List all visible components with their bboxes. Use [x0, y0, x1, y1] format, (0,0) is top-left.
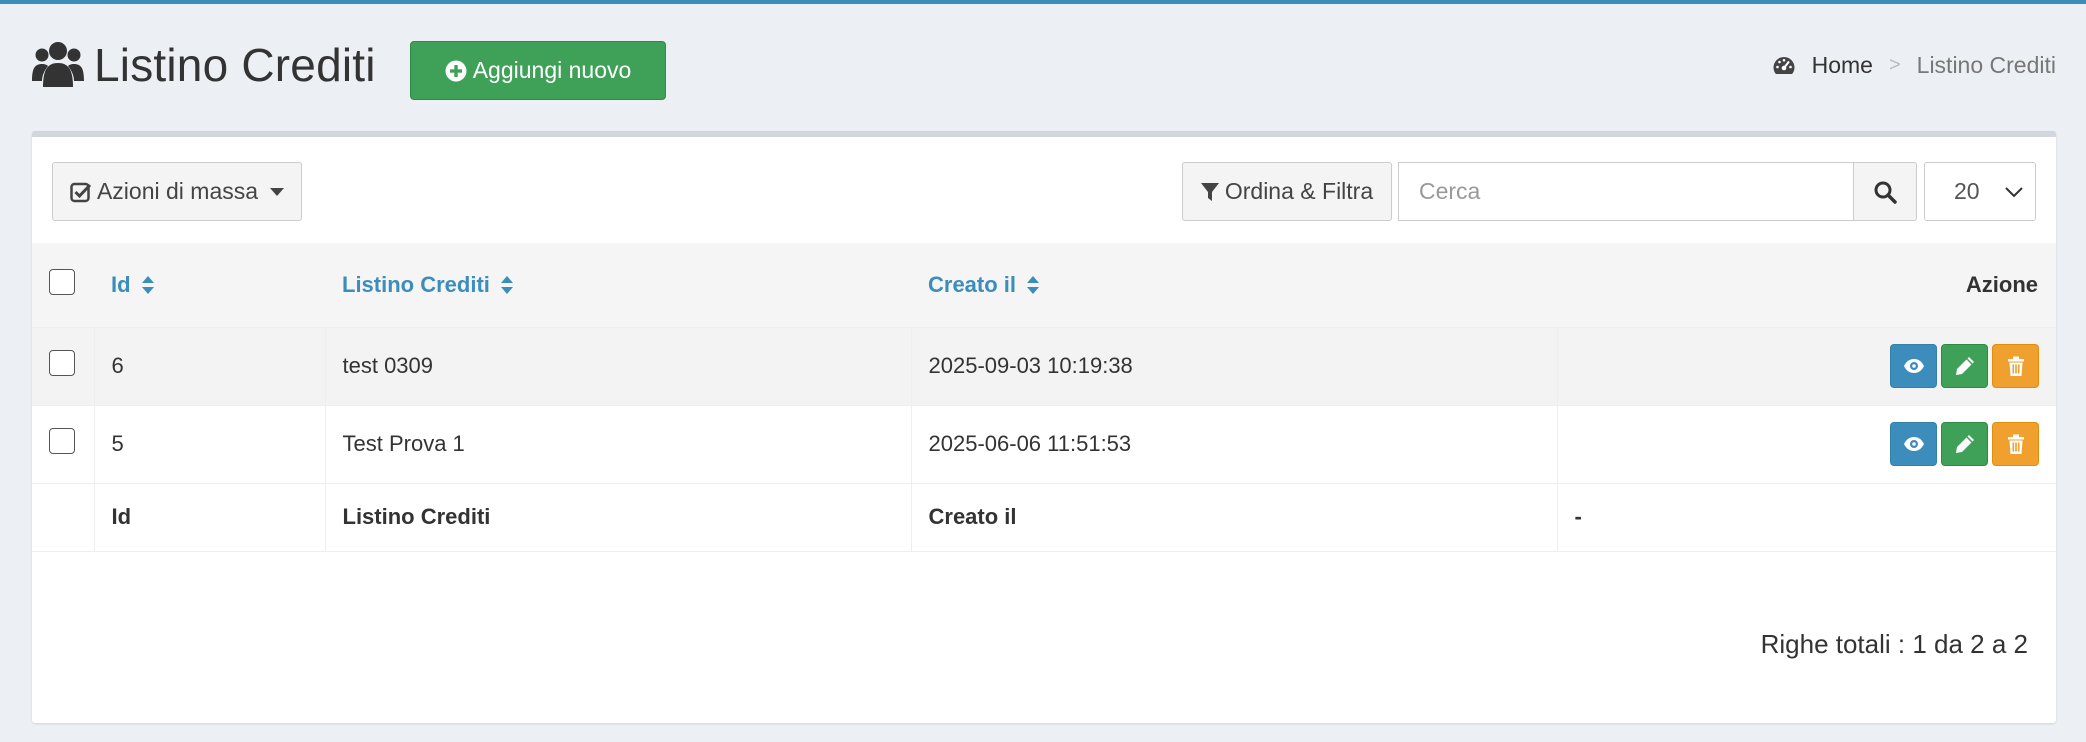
- column-header-azione: Azione: [1965, 271, 2038, 297]
- view-button[interactable]: [1890, 344, 1937, 388]
- pencil-icon: [1955, 357, 1974, 375]
- pencil-icon: [1955, 435, 1974, 453]
- row-actions: [1575, 422, 2057, 466]
- column-header-listino-label: Listino Crediti: [342, 271, 490, 297]
- page-title-text: Listino Crediti: [94, 39, 376, 91]
- total-rows-label: Righe totali : 1 da 2 a 2: [1760, 629, 2028, 659]
- row-actions: [1575, 344, 2057, 388]
- row-checkbox[interactable]: [49, 350, 75, 376]
- search-button[interactable]: [1853, 162, 1917, 221]
- column-header-id-label: Id: [111, 271, 131, 297]
- chevron-down-icon: [2005, 186, 2023, 197]
- filter-icon: [1200, 182, 1219, 201]
- breadcrumb-current: Listino Crediti: [1916, 52, 2056, 78]
- footer-cell-creato: Creato il: [911, 482, 1558, 552]
- breadcrumb-home-link[interactable]: Home: [1812, 52, 1873, 79]
- cell-id: 5: [94, 404, 326, 483]
- plus-circle-icon: [445, 60, 467, 81]
- users-icon: [32, 42, 84, 87]
- select-all-cell: [32, 243, 94, 327]
- bulk-actions-label: Azioni di massa: [96, 178, 259, 204]
- cell-actions: [1557, 326, 2057, 405]
- table-header-row: Id Listino Crediti Creato il Azione: [32, 243, 2056, 327]
- breadcrumb-separator: >: [1888, 54, 1901, 76]
- add-new-button[interactable]: Aggiungi nuovo: [410, 41, 666, 100]
- column-header-id[interactable]: Id: [94, 243, 325, 327]
- edit-button[interactable]: [1941, 422, 1988, 466]
- edit-button[interactable]: [1941, 344, 1988, 388]
- trash-icon: [2007, 356, 2024, 376]
- table-footer-row: Id Listino Crediti Creato il -: [32, 482, 2056, 552]
- select-all-checkbox[interactable]: [49, 268, 75, 295]
- cell-actions: [1557, 404, 2057, 483]
- search-icon: [1874, 181, 1897, 204]
- cell-id: 6: [94, 326, 326, 405]
- delete-button[interactable]: [1992, 344, 2039, 388]
- footer-cell-listino: Listino Crediti: [325, 482, 912, 552]
- bulk-actions-button[interactable]: Azioni di massa: [52, 162, 302, 221]
- sort-icon: [500, 275, 513, 294]
- footer-cell-azione: -: [1557, 482, 2056, 552]
- row-checkbox-cell: [32, 326, 95, 405]
- row-checkbox[interactable]: [49, 428, 75, 454]
- eye-icon: [1903, 437, 1924, 451]
- trash-icon: [2007, 434, 2024, 454]
- column-header-creato[interactable]: Creato il: [911, 243, 1557, 327]
- data-table: Id Listino Crediti Creato il Azione 6 te…: [32, 243, 2056, 552]
- eye-icon: [1903, 359, 1924, 373]
- main-panel: Azioni di massa Ordina & Filtra 20: [32, 131, 2056, 723]
- delete-button[interactable]: [1992, 422, 2039, 466]
- column-header-creato-label: Creato il: [928, 271, 1017, 297]
- check-square-icon: [70, 182, 92, 202]
- breadcrumb: Home > Listino Crediti: [1772, 52, 2056, 79]
- cell-listino: test 0309: [325, 326, 912, 405]
- footer-cell-empty: [32, 482, 95, 552]
- cell-creato: 2025-06-06 11:51:53: [911, 404, 1558, 483]
- add-new-button-label: Aggiungi nuovo: [472, 57, 632, 83]
- caret-down-icon: [270, 187, 285, 196]
- content-header: Listino Crediti Aggiungi nuovo Home > Li…: [32, 34, 2056, 104]
- table-row: 5 Test Prova 1 2025-06-06 11:51:53: [32, 404, 2057, 483]
- footer-cell-id: Id: [94, 482, 326, 552]
- sort-filter-label: Ordina & Filtra: [1224, 178, 1374, 204]
- dashboard-icon: [1773, 56, 1795, 74]
- sort-icon: [141, 275, 154, 294]
- cell-creato: 2025-09-03 10:19:38: [911, 326, 1558, 405]
- column-header-listino[interactable]: Listino Crediti: [325, 243, 911, 327]
- page-title: Listino Crediti: [32, 34, 376, 96]
- sort-icon: [1027, 275, 1040, 294]
- view-button[interactable]: [1890, 422, 1937, 466]
- sort-filter-button[interactable]: Ordina & Filtra: [1182, 162, 1392, 221]
- per-page-value: 20: [1954, 178, 1980, 204]
- toolbar: Azioni di massa Ordina & Filtra 20: [32, 137, 2056, 243]
- table-row: 6 test 0309 2025-09-03 10:19:38: [32, 326, 2057, 405]
- search-input[interactable]: [1398, 162, 1854, 221]
- row-checkbox-cell: [32, 404, 95, 483]
- per-page-select[interactable]: 20: [1924, 162, 2036, 221]
- cell-listino: Test Prova 1: [325, 404, 912, 483]
